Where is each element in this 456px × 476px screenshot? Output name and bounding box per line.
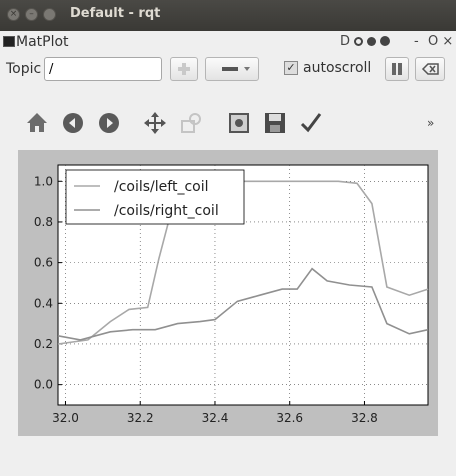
minus-icon <box>222 67 250 71</box>
plugin-minimize-button[interactable]: - <box>414 34 419 49</box>
autoscroll-label: autoscroll <box>303 60 372 76</box>
x-tick-label: 32.8 <box>351 411 378 425</box>
y-tick-label: 0.2 <box>34 337 53 351</box>
line-chart: 32.0 32.2 32.4 32.6 32.8 0.0 0.2 0.4 0.6 0.8 1.0 /… <box>34 164 429 425</box>
y-tick-label: 0.0 <box>34 378 53 392</box>
window-titlebar: × – Default - rqt <box>0 0 456 31</box>
plugin-header: MatPlot D - O × <box>0 31 456 55</box>
plugin-dock-button[interactable]: D <box>340 34 391 49</box>
plugin-close-button[interactable]: O × <box>428 34 453 49</box>
autoscroll-checkbox[interactable]: ✓ <box>284 61 298 75</box>
y-tick-label: 0.6 <box>34 256 53 270</box>
legend-label: /coils/right_coil <box>114 203 219 219</box>
remove-topic-dropdown[interactable] <box>205 57 259 81</box>
edit-button[interactable] <box>298 110 324 136</box>
zoom-button[interactable] <box>178 110 204 136</box>
pause-button[interactable] <box>385 57 409 81</box>
back-icon <box>63 113 83 133</box>
plot-canvas: 32.0 32.2 32.4 32.6 32.8 0.0 0.2 0.4 0.6 0.8 1.0 /… <box>18 150 438 436</box>
y-tick-label: 0.4 <box>34 296 53 310</box>
plot-toolbar: » <box>0 100 456 146</box>
topic-label: Topic <box>6 61 42 77</box>
save-icon <box>265 113 285 133</box>
forward-button[interactable] <box>96 110 122 136</box>
edit-icon <box>300 113 322 133</box>
plus-icon <box>178 63 190 75</box>
back-button[interactable] <box>60 110 86 136</box>
checkmark-icon: ✓ <box>286 61 296 74</box>
home-icon <box>27 113 47 132</box>
settings-icon <box>367 37 377 46</box>
pan-icon <box>144 112 166 134</box>
home-button[interactable] <box>24 110 50 136</box>
topic-toolbar: Topic ✓ autoscroll <box>0 55 456 87</box>
help-icon <box>380 36 391 46</box>
clear-button[interactable] <box>415 57 445 81</box>
reload-icon <box>354 37 364 46</box>
save-button[interactable] <box>262 110 288 136</box>
pause-icon <box>392 63 402 75</box>
clear-icon <box>421 63 439 75</box>
plugin-icon <box>3 36 15 47</box>
y-tick-label: 0.8 <box>34 215 53 229</box>
toolbar-overflow-icon[interactable]: » <box>427 116 434 130</box>
window-maximize-button[interactable] <box>43 8 56 21</box>
x-tick-label: 32.0 <box>52 411 79 425</box>
legend-label: /coils/left_coil <box>114 179 209 195</box>
legend: /coils/left_coil/coils/right_coil <box>65 169 245 225</box>
zoom-icon <box>181 113 201 133</box>
x-tick-label: 32.6 <box>276 411 303 425</box>
minimize-icon: – <box>29 9 34 19</box>
close-icon: × <box>9 9 18 19</box>
add-topic-button[interactable] <box>170 57 198 81</box>
pan-button[interactable] <box>142 110 168 136</box>
subplots-icon <box>229 113 249 133</box>
dock-label: D <box>340 34 351 49</box>
window-minimize-button[interactable]: – <box>25 8 38 21</box>
x-tick-label: 32.2 <box>127 411 154 425</box>
forward-icon <box>99 113 119 133</box>
x-tick-label: 32.4 <box>202 411 229 425</box>
y-tick-label: 1.0 <box>34 174 53 188</box>
window-close-button[interactable]: × <box>7 8 20 21</box>
subplots-button[interactable] <box>226 110 252 136</box>
topic-input[interactable] <box>44 57 162 81</box>
window-title: Default - rqt <box>70 6 161 21</box>
plugin-title: MatPlot <box>16 34 69 50</box>
